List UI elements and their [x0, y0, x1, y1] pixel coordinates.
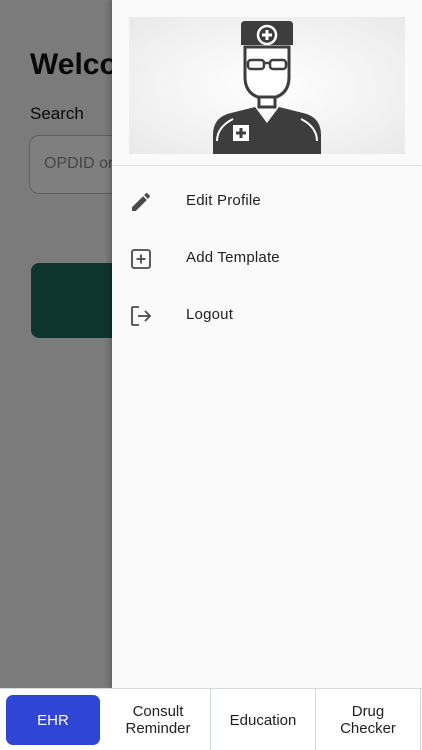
menu-item-add-template[interactable]: Add Template: [112, 233, 422, 283]
logout-icon: [131, 306, 152, 326]
tab-divider: [420, 689, 421, 750]
tab-label: Drug Checker: [340, 703, 396, 737]
menu-item-label: Logout: [186, 306, 234, 323]
drawer-header: [112, 0, 422, 166]
menu-item-label: Add Template: [186, 249, 280, 266]
tab-label: EHR: [37, 711, 69, 729]
menu-item-logout[interactable]: Logout: [112, 290, 422, 340]
avatar: [129, 17, 405, 154]
tab-ehr[interactable]: EHR: [6, 695, 100, 745]
doctor-avatar-icon: [213, 21, 321, 154]
tab-drug-checker[interactable]: Drug Checker: [316, 689, 420, 750]
menu-item-label: Edit Profile: [186, 192, 261, 209]
add-box-icon: [131, 249, 151, 269]
tab-label: Consult Reminder: [125, 703, 191, 737]
menu-item-edit-profile[interactable]: Edit Profile: [112, 176, 422, 226]
navigation-drawer: Edit Profile Add Template Logout: [112, 0, 422, 688]
pencil-icon: [132, 192, 151, 211]
bottom-navigation: EHR Consult Reminder Education Drug Chec…: [0, 688, 422, 750]
tab-consult-reminder[interactable]: Consult Reminder: [106, 689, 210, 750]
tab-education[interactable]: Education: [211, 689, 315, 750]
tab-label: Education: [229, 711, 297, 729]
